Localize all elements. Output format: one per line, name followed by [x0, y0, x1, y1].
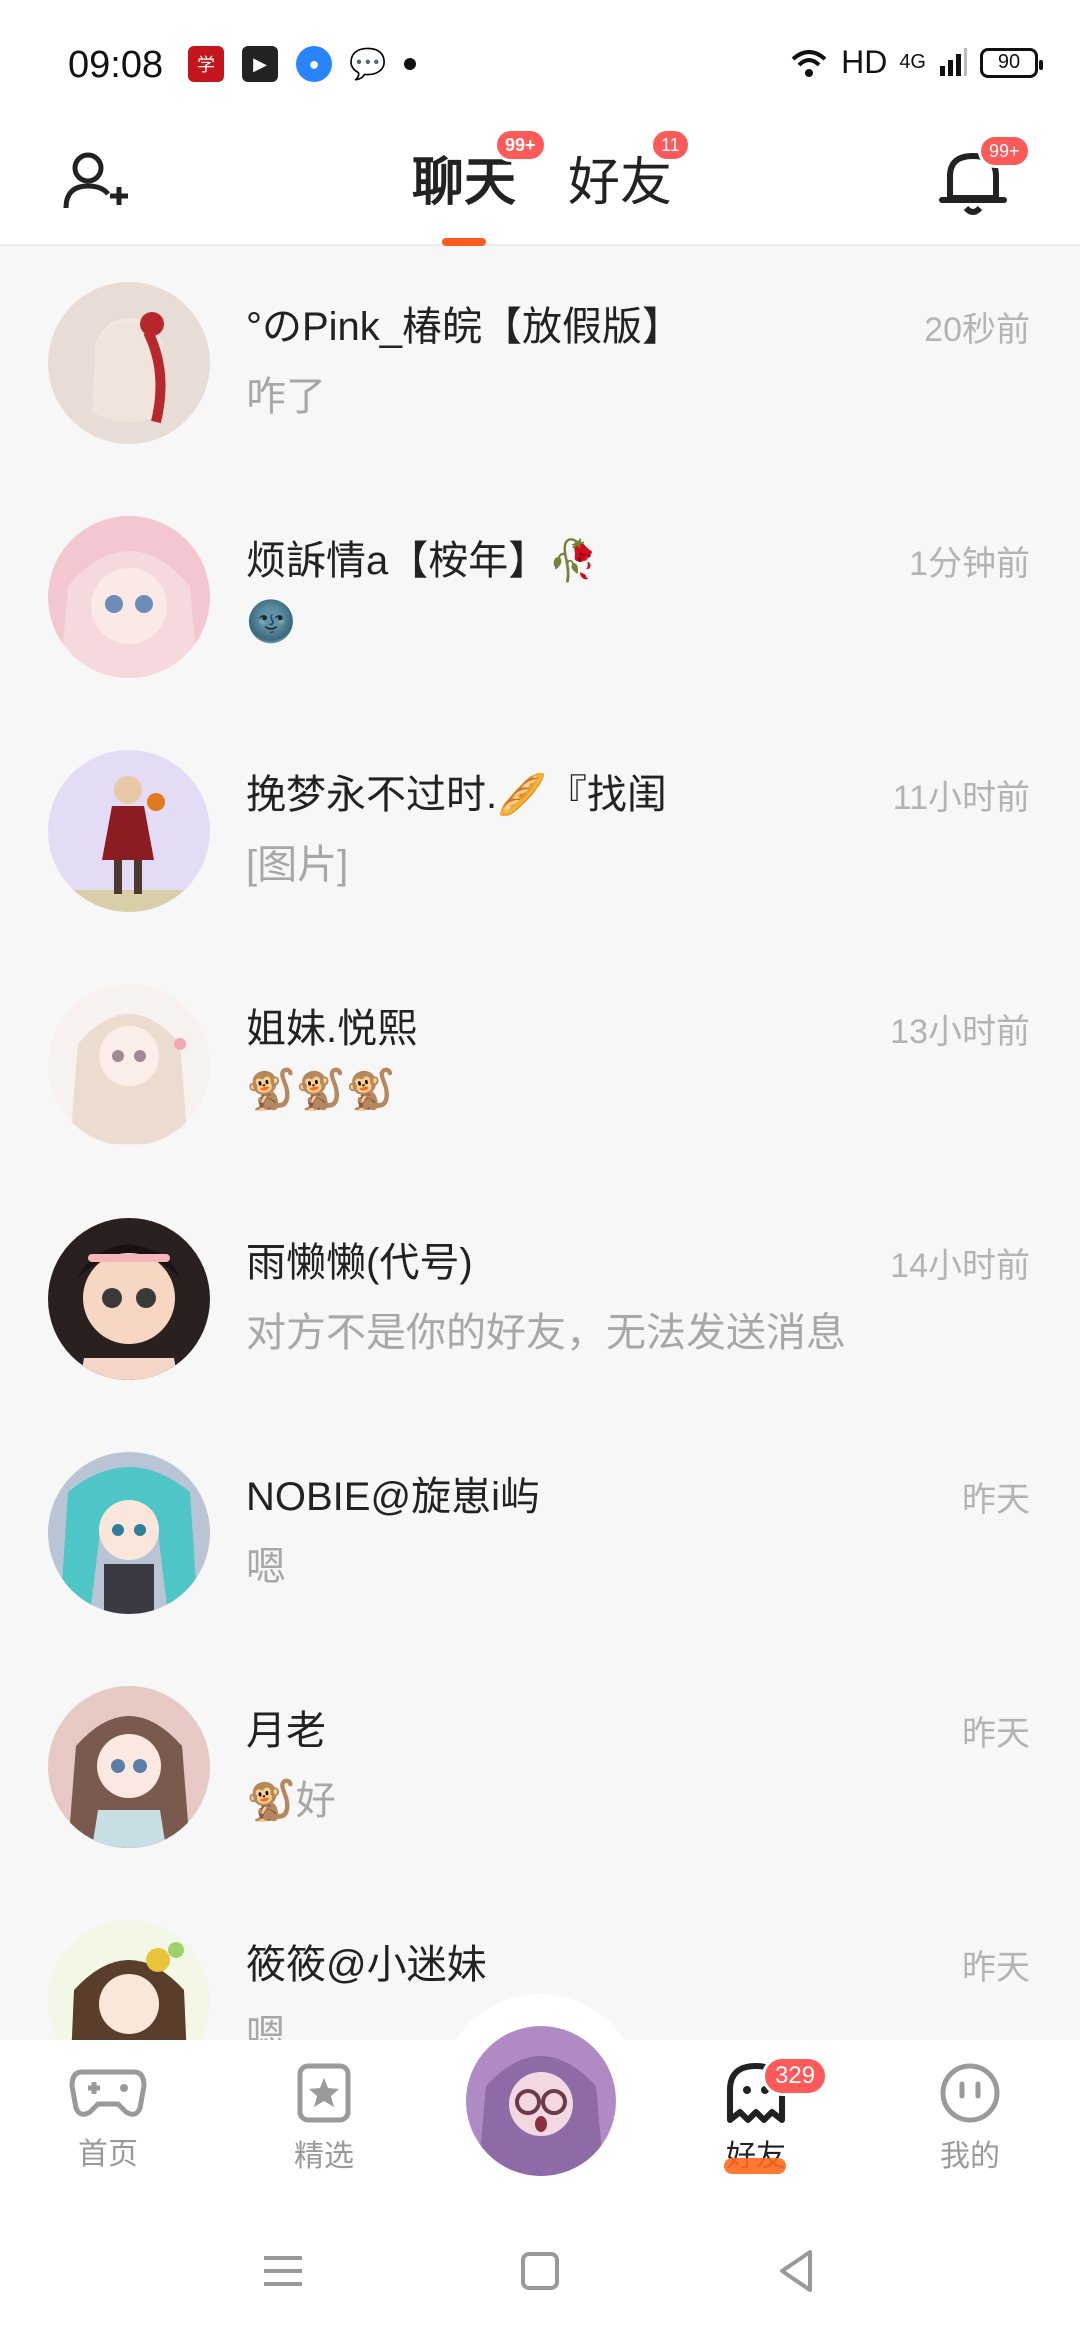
last-message: 嗯	[246, 1545, 286, 1589]
avatar	[48, 1218, 210, 1380]
list-item[interactable]: 月老 🐒好 昨天	[0, 1650, 1080, 1884]
status-time: 09:08	[68, 44, 164, 86]
hd-label: HD	[841, 44, 888, 80]
list-item[interactable]: NOBIE@旋崽i屿 嗯 昨天	[0, 1416, 1080, 1650]
last-message: [图片]	[246, 843, 349, 887]
battery-icon: 90	[980, 47, 1043, 78]
chat-unread-badge: 99+	[494, 128, 547, 162]
nav-home-label: 首页	[78, 2138, 138, 2171]
avatar	[48, 1920, 210, 2040]
list-item[interactable]: 姐妹.悦熙 🐒🐒🐒 13小时前	[0, 948, 1080, 1182]
tab-friends-label: 好友	[568, 154, 673, 212]
avatar	[48, 750, 210, 912]
active-tab-indicator	[442, 238, 486, 246]
wifi-icon	[791, 49, 827, 77]
back-triangle-icon[interactable]	[772, 2246, 822, 2296]
tab-chat[interactable]: 聊天 99+	[412, 128, 547, 215]
message-time: 11小时前	[892, 779, 1030, 817]
last-message: 咋了	[246, 375, 326, 419]
conversation-list[interactable]: °のPink_椿皖【放假版】 咋了 20秒前 烦訴情a【桉年】🥀 🌚 1分钟前 …	[0, 246, 1080, 2040]
list-item[interactable]: 烦訴情a【桉年】🥀 🌚 1分钟前	[0, 480, 1080, 714]
battery-level: 90	[997, 51, 1021, 73]
study-app-icon: 学	[188, 46, 224, 82]
contact-name: 姐妹.悦熙	[246, 1007, 418, 1051]
message-time: 昨天	[962, 1949, 1030, 1987]
contact-name: 月老	[246, 1709, 326, 1753]
bell-badge: 99+	[978, 134, 1031, 168]
active-nav-indicator	[724, 2158, 786, 2174]
status-bar: 09:08 学 ▶ ● 💬 HD 4G 90	[0, 0, 1080, 120]
contact-name: 筱筱@小迷妹	[246, 1943, 487, 1987]
last-message: 🐒🐒🐒	[246, 1068, 396, 1112]
list-item[interactable]: 雨懒懒(代号) 对方不是你的好友，无法发送消息 14小时前	[0, 1182, 1080, 1416]
header-tabs: 聊天 99+ 好友 11	[0, 120, 1080, 246]
home-square-icon[interactable]	[515, 2246, 565, 2296]
message-time: 14小时前	[890, 1247, 1030, 1285]
tab-chat-label: 聊天	[412, 154, 517, 212]
avatar	[48, 516, 210, 678]
star-bookmark-icon	[297, 2063, 351, 2123]
nav-mine-label: 我的	[940, 2140, 1000, 2173]
avatar	[48, 1686, 210, 1848]
contact-name: 雨懒懒(代号)	[246, 1241, 473, 1285]
contact-name: NOBIE@旋崽i屿	[246, 1475, 540, 1519]
last-message: 嗯	[246, 2013, 286, 2040]
more-notifications-dot	[404, 58, 416, 70]
message-time: 1分钟前	[909, 545, 1030, 583]
message-time: 昨天	[962, 1481, 1030, 1519]
contact-name: 挽梦永不过时.🥖『找闺	[246, 773, 667, 817]
nav-featured[interactable]: 精选	[254, 2062, 394, 2175]
nav-featured-label: 精选	[294, 2140, 354, 2173]
message-time: 20秒前	[924, 311, 1030, 349]
nav-mine[interactable]: 我的	[900, 2062, 1040, 2175]
last-message: 对方不是你的好友，无法发送消息	[246, 1311, 846, 1355]
signal-label: 4G	[899, 51, 926, 73]
message-time: 13小时前	[890, 1013, 1030, 1051]
avatar	[48, 1452, 210, 1614]
wechat-icon: 💬	[349, 47, 387, 81]
face-icon	[940, 2063, 1000, 2123]
browser-app-icon: ●	[296, 46, 332, 82]
friends-request-badge: 11	[650, 128, 691, 162]
list-item[interactable]: 挽梦永不过时.🥖『找闺 [图片] 11小时前	[0, 714, 1080, 948]
friends-nav-badge: 329	[762, 2056, 829, 2096]
message-time: 昨天	[962, 1715, 1030, 1753]
contact-name: °のPink_椿皖【放假版】	[246, 305, 683, 349]
avatar	[48, 984, 210, 1146]
menu-icon[interactable]	[258, 2246, 308, 2296]
list-item[interactable]: °のPink_椿皖【放假版】 咋了 20秒前	[0, 246, 1080, 480]
status-notification-icons: 学 ▶ ● 💬	[188, 46, 416, 82]
video-app-icon: ▶	[242, 46, 278, 82]
contact-name: 烦訴情a【桉年】🥀	[246, 539, 599, 583]
top-header: 聊天 99+ 好友 11 99+	[0, 120, 1080, 246]
system-navigation-bar	[0, 2200, 1080, 2340]
notifications-button[interactable]: 99+	[938, 134, 1031, 220]
avatar	[48, 282, 210, 444]
center-avatar-button[interactable]	[466, 2026, 616, 2176]
tab-friends[interactable]: 好友 11	[568, 128, 691, 215]
last-message: 🌚	[246, 600, 296, 644]
status-indicators: HD 4G 90	[789, 44, 1043, 81]
nav-home[interactable]: 首页	[38, 2062, 178, 2173]
gamepad-icon	[69, 2069, 147, 2117]
last-message: 🐒好	[246, 1779, 336, 1823]
signal-icon	[940, 47, 967, 76]
